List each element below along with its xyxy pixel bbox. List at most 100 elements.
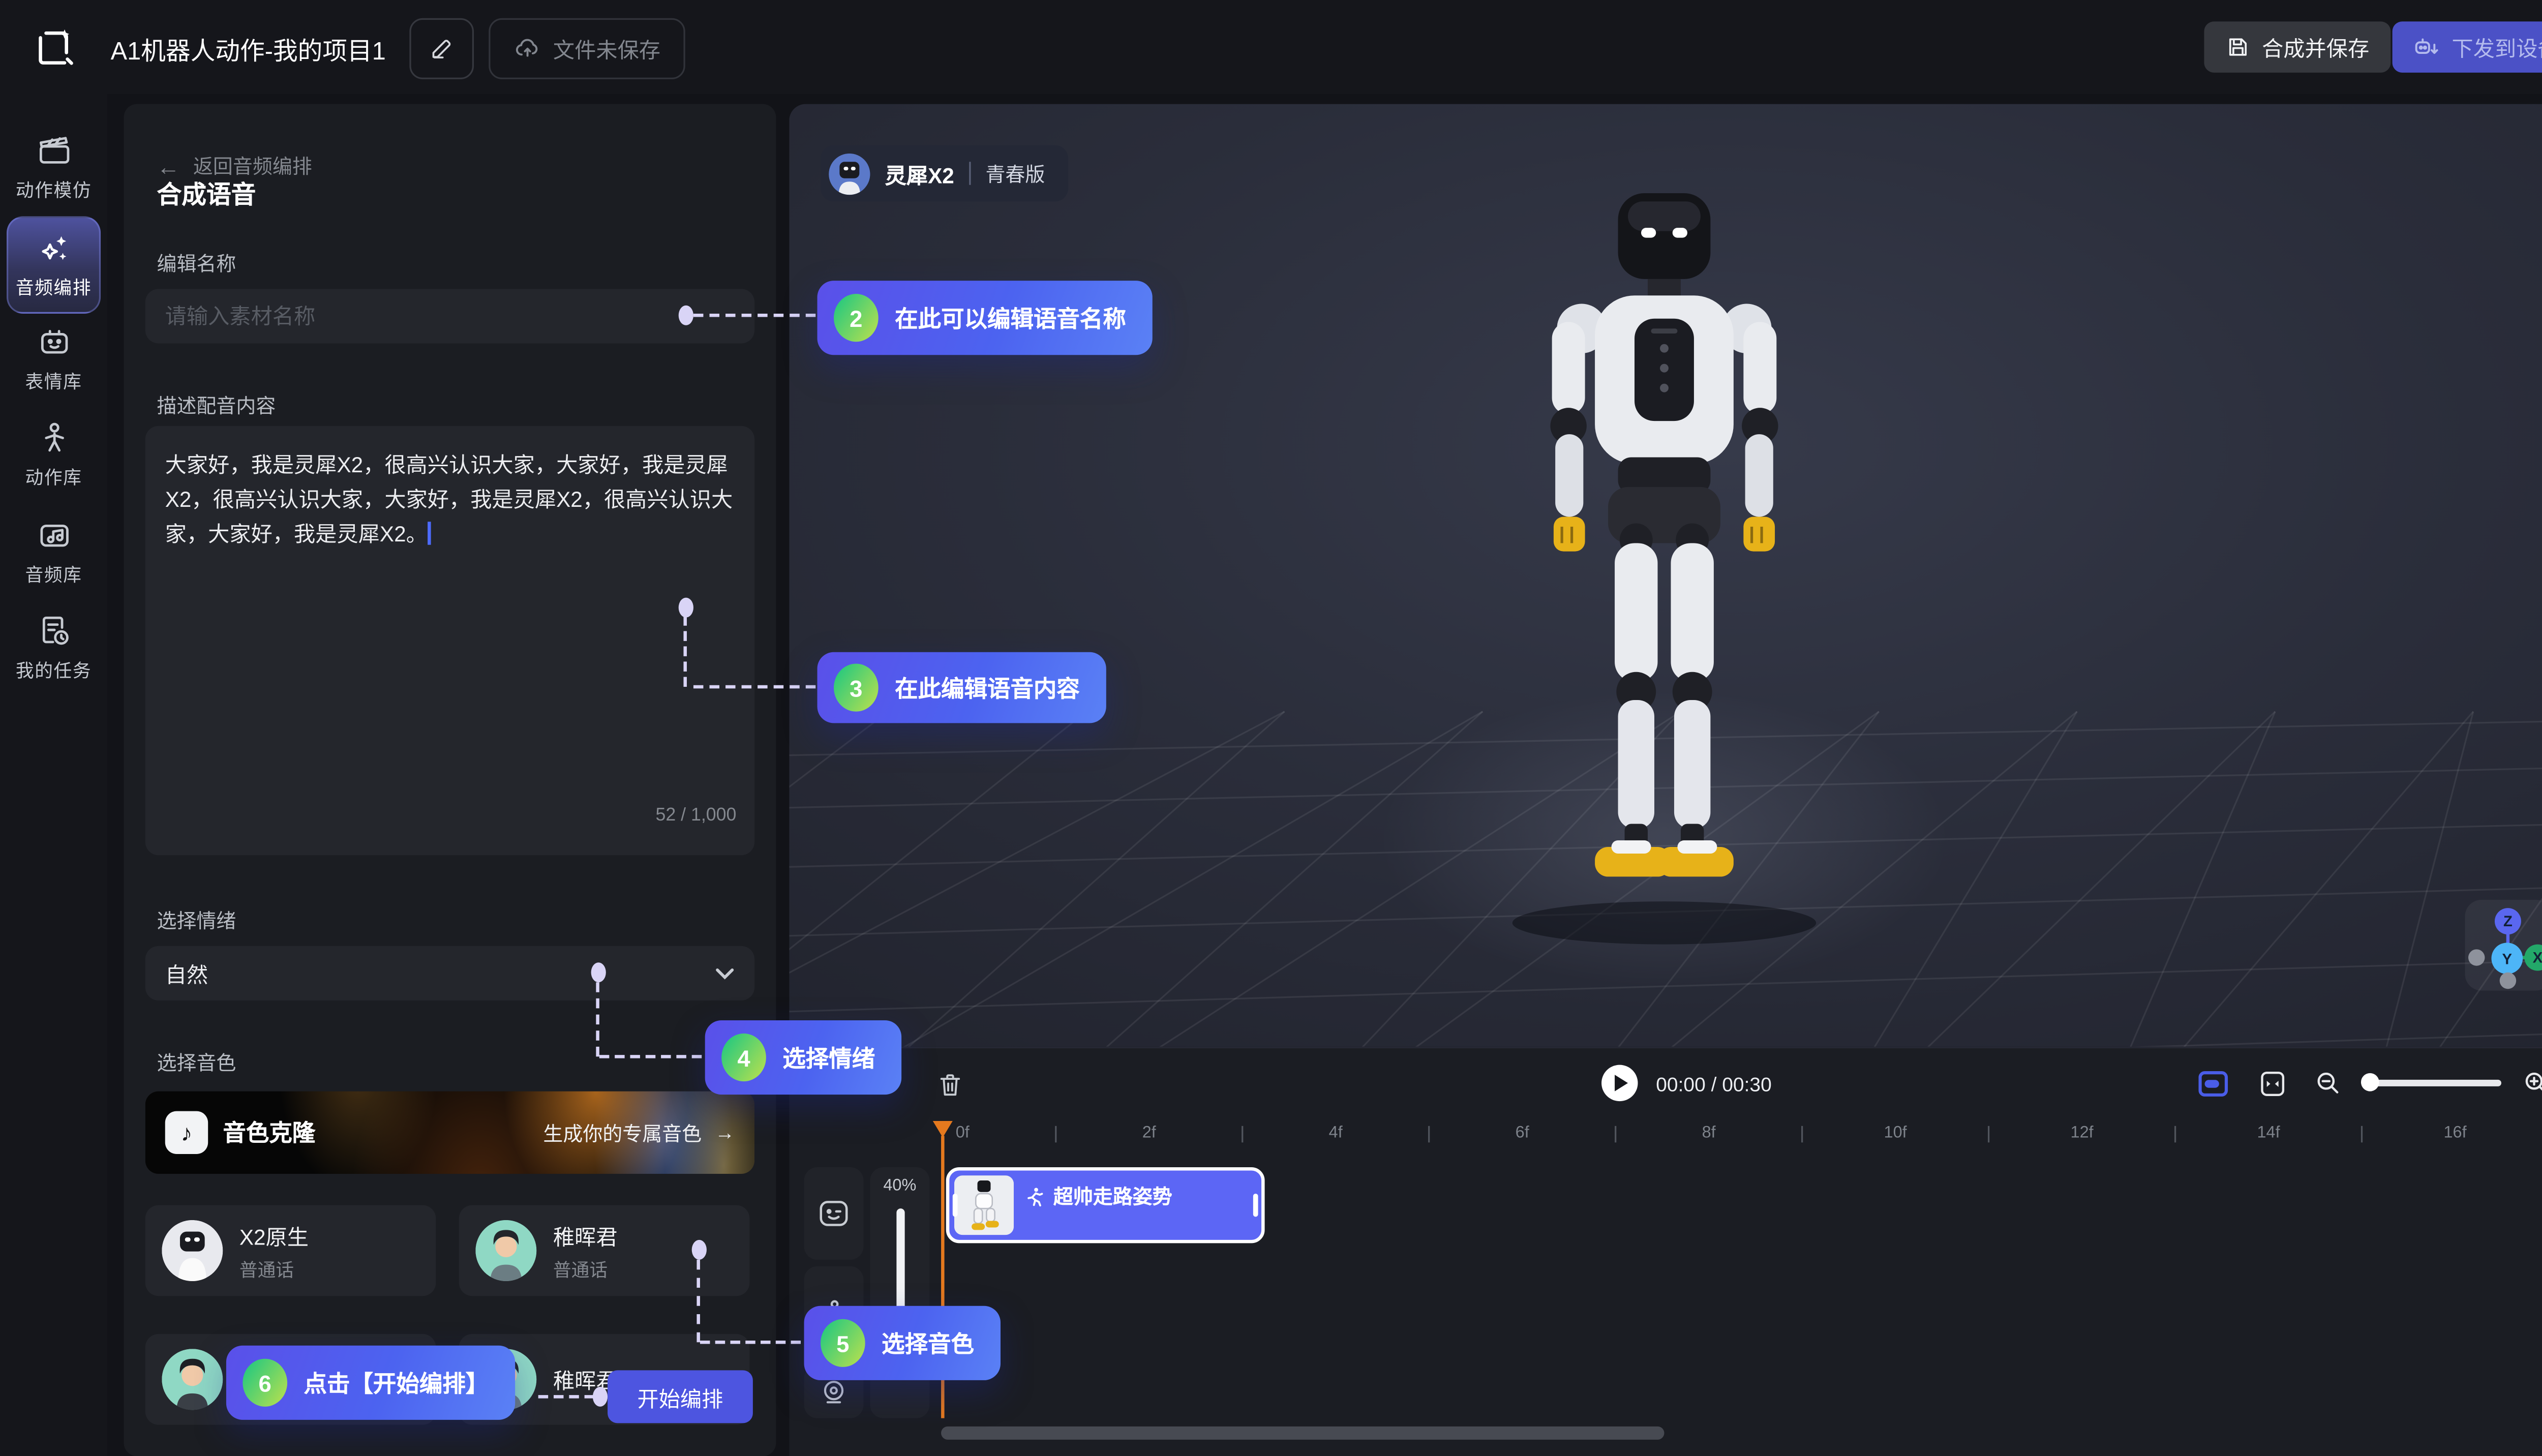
fit-clip-button[interactable] (2255, 1067, 2288, 1100)
zoom-in-button[interactable] (2520, 1067, 2542, 1100)
voice-content-text: 大家好，我是灵犀X2，很高兴认识大家，大家好，我是灵犀X2，很高兴认识大家，大家… (165, 452, 733, 547)
panel-title: 合成语音 (157, 176, 256, 211)
connector-dot (679, 598, 693, 618)
save-button[interactable]: 合成并保存 (2204, 21, 2390, 73)
connector-dot (692, 1240, 707, 1260)
connector-line (599, 1055, 702, 1058)
sidebar-item-motion-library[interactable]: 动作库 (0, 419, 107, 491)
gizmo-z-axis[interactable]: Z (2495, 908, 2521, 934)
sidebar-item-motion-mimic[interactable]: 动作模仿 (0, 132, 107, 203)
arrow-right-icon: → (715, 1121, 735, 1144)
playhead-handle[interactable] (933, 1121, 953, 1137)
ruler-label: 10f (1884, 1125, 1907, 1143)
char-counter: 52 / 1,000 (655, 806, 736, 826)
app-window: A1机器人动作-我的项目1 文件未保存 合成并保存 下发到设备 (0, 0, 2542, 1456)
play-icon (1615, 1075, 1628, 1091)
voice-card-x2[interactable]: X2原生 普通话 (145, 1205, 436, 1296)
ruler-label: 14f (2257, 1125, 2280, 1143)
step-number-badge: 5 (821, 1319, 865, 1367)
save-button-label: 合成并保存 (2262, 32, 2369, 63)
sidebar-item-expression-library[interactable]: 表情库 (0, 324, 107, 395)
emotion-value: 自然 (165, 958, 208, 989)
gizmo-y-axis[interactable]: Y (2491, 943, 2523, 974)
clip-name: 超帅走路姿势 (1053, 1182, 1172, 1210)
material-name-input[interactable] (145, 289, 754, 343)
trash-icon (935, 1070, 963, 1099)
emotion-field-label: 选择情绪 (157, 906, 236, 934)
gizmo-neg-axis-bottom[interactable] (2500, 973, 2516, 989)
timeline-horizontal-scrollbar[interactable] (941, 1427, 1664, 1440)
left-sidebar: 动作模仿 音频编排 表情库 动作库 音频库 (0, 94, 107, 1456)
expression-track-button[interactable] (804, 1167, 864, 1260)
synthesize-voice-panel: ← 返回音频编排 合成语音 编辑名称 描述配音内容 大家好，我是灵犀X2，很高兴… (124, 104, 776, 1456)
robot-model-badge: 灵犀X2 青春版 (821, 145, 1068, 201)
audio-file-icon (36, 517, 72, 553)
person-avatar (162, 1349, 223, 1410)
emotion-select[interactable]: 自然 (145, 946, 754, 1000)
person-avatar (475, 1220, 536, 1281)
cloud-icon (513, 35, 541, 63)
voice-name: X2原生 (239, 1219, 309, 1251)
step-number-badge: 6 (243, 1359, 287, 1407)
zoom-out-button[interactable] (2312, 1067, 2345, 1100)
connector-dot (593, 1387, 608, 1407)
connector-line (693, 314, 815, 317)
gizmo-neg-axis-left[interactable] (2468, 949, 2485, 965)
sidebar-label: 动作库 (25, 464, 82, 491)
voice-clone-banner[interactable]: ♪ 音色克隆 生成你的专属音色 → (145, 1091, 754, 1174)
ruler-label: 2f (1142, 1125, 1156, 1143)
audio-note-icon: ♪ (165, 1111, 208, 1154)
file-status-button[interactable]: 文件未保存 (489, 18, 685, 79)
robot-edition: 青春版 (985, 159, 1045, 187)
play-button[interactable] (1601, 1065, 1638, 1101)
deploy-to-device-button[interactable]: 下发到设备 (2393, 21, 2542, 73)
time-display: 00:00 / 00:30 (1656, 1073, 1772, 1096)
step-text: 选择音色 (882, 1326, 974, 1359)
gizmo-x-axis[interactable]: X (2524, 945, 2542, 971)
robot-3d-viewport[interactable]: 灵犀X2 青春版 Z Y X (789, 104, 2542, 1047)
sidebar-item-audio-arrange[interactable]: 音频编排 (7, 216, 101, 314)
wink-face-icon (818, 1199, 851, 1228)
snap-icon (2197, 1069, 2228, 1097)
sidebar-item-audio-library[interactable]: 音频库 (0, 517, 107, 588)
project-title: A1机器人动作-我的项目1 (111, 33, 386, 68)
connector-dot (591, 962, 606, 982)
target-circle-icon (819, 1377, 849, 1406)
voice-language: 普通话 (553, 1256, 618, 1282)
sidebar-label: 我的任务 (16, 657, 92, 684)
clip-right-handle[interactable] (1253, 1194, 1258, 1217)
start-arrange-label: 开始编排 (637, 1381, 723, 1413)
sidebar-item-my-tasks[interactable]: 我的任务 (0, 613, 107, 684)
start-arrange-button[interactable]: 开始编排 (608, 1370, 753, 1423)
sidebar-label: 音频库 (25, 561, 82, 588)
step-text: 在此编辑语音内容 (895, 671, 1080, 704)
content-field-label: 描述配音内容 (157, 391, 276, 419)
voice-clone-cta: 生成你的专属音色 (543, 1118, 702, 1146)
sidebar-label: 动作模仿 (16, 176, 92, 203)
timeline-zoom-slider[interactable] (2366, 1080, 2501, 1086)
edit-title-button[interactable] (409, 18, 474, 79)
clip-left-handle[interactable] (953, 1194, 958, 1217)
back-link[interactable]: ← 返回音频编排 (157, 152, 312, 180)
step-text: 在此可以编辑语音名称 (895, 301, 1126, 335)
magnifier-minus-icon (2313, 1068, 2343, 1098)
voice-content-textarea[interactable]: 大家好，我是灵犀X2，很高兴认识大家，大家好，我是灵犀X2，很高兴认识大家，大家… (145, 426, 754, 855)
tutorial-step-3: 3 在此编辑语音内容 (818, 652, 1106, 723)
ruler-label: 6f (1516, 1125, 1529, 1143)
axis-gizmo[interactable]: Z Y X (2465, 900, 2542, 991)
connector-line (538, 1395, 594, 1398)
snap-toggle-button[interactable] (2196, 1067, 2229, 1100)
sparkles-icon (36, 229, 72, 265)
volume-control[interactable]: 40% (870, 1167, 929, 1418)
file-status-label: 文件未保存 (553, 33, 660, 65)
step-text: 选择情绪 (782, 1041, 875, 1074)
timeline-zoom-knob[interactable] (2361, 1073, 2379, 1091)
tutorial-step-6: 6 点击【开始编排】 (226, 1346, 515, 1420)
volume-value: 40% (883, 1177, 916, 1195)
delete-clip-button[interactable] (929, 1065, 969, 1105)
ruler-label: 12f (2071, 1125, 2094, 1143)
timeline-clip[interactable]: 超帅走路姿势 (946, 1167, 1265, 1243)
step-text: 点击【开始编排】 (304, 1366, 489, 1399)
humanoid-robot (1400, 183, 1928, 959)
connector-dot (679, 306, 693, 325)
